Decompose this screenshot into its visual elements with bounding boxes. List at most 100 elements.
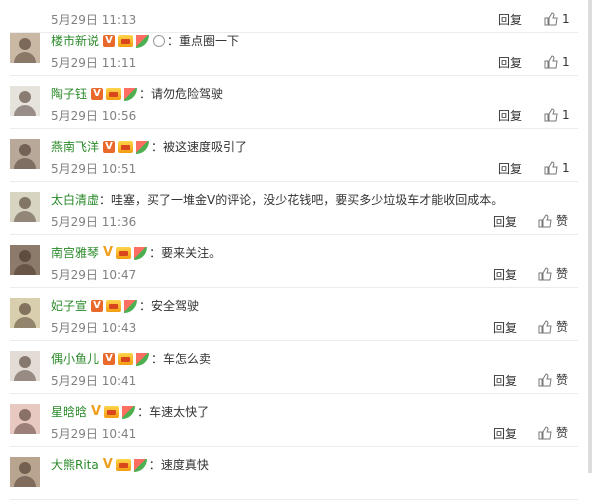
watermelon-icon[interactable] bbox=[136, 352, 150, 366]
avatar-head bbox=[19, 250, 31, 262]
avatar-body bbox=[14, 423, 36, 434]
like-count: 1 bbox=[562, 55, 570, 69]
verified-v-icon[interactable]: V bbox=[103, 141, 116, 153]
avatar-head bbox=[19, 356, 31, 368]
thumbs-up-icon bbox=[538, 214, 552, 228]
username-link[interactable]: 大熊Rita bbox=[51, 458, 99, 472]
verified-v-icon[interactable]: V bbox=[91, 300, 104, 312]
vip-crown-icon[interactable] bbox=[118, 141, 134, 153]
verified-v-icon[interactable]: V bbox=[91, 405, 101, 418]
vip-crown-icon[interactable] bbox=[104, 406, 120, 418]
like-button[interactable]: 赞 bbox=[538, 426, 568, 440]
like-button[interactable]: 1 bbox=[544, 55, 570, 69]
avatar[interactable] bbox=[10, 457, 40, 487]
avatar-head bbox=[19, 144, 31, 156]
comment-line: 偶小鱼儿 V ：车怎么卖 bbox=[51, 352, 211, 366]
reply-link[interactable]: 回复 bbox=[493, 268, 517, 282]
avatar-head bbox=[19, 462, 31, 474]
avatar[interactable] bbox=[10, 139, 40, 169]
comment-time: 5月29日 10:47 bbox=[51, 268, 137, 282]
thumbs-up-icon bbox=[538, 426, 552, 440]
reply-link[interactable]: 回复 bbox=[498, 162, 522, 176]
reply-link[interactable]: 回复 bbox=[493, 374, 517, 388]
username-link[interactable]: 偶小鱼儿 bbox=[51, 352, 99, 366]
verified-v-icon[interactable]: V bbox=[103, 246, 113, 259]
vip-crown-icon[interactable] bbox=[106, 88, 122, 100]
vip-crown-icon[interactable] bbox=[115, 459, 131, 471]
comment-row: 大熊Rita V ：速度真快 bbox=[0, 447, 588, 500]
reply-link[interactable]: 回复 bbox=[493, 427, 517, 441]
avatar[interactable] bbox=[10, 404, 40, 434]
vip-crown-icon[interactable] bbox=[118, 353, 134, 365]
comment-line: 大熊Rita V ：速度真快 bbox=[51, 458, 209, 472]
reply-link[interactable]: 回复 bbox=[498, 56, 522, 70]
comment-time: 5月29日 10:56 bbox=[51, 109, 137, 123]
comment-separator: ： bbox=[139, 299, 152, 313]
comment-line: 南宫雅琴 V ：要来关注。 bbox=[51, 246, 221, 260]
comment-text: 被这速度吸引了 bbox=[163, 140, 248, 154]
username-link[interactable]: 妃子宣 bbox=[51, 299, 87, 313]
username-link[interactable]: 燕南飞洋 bbox=[51, 140, 99, 154]
watermelon-icon[interactable] bbox=[136, 140, 150, 154]
scrollbar[interactable] bbox=[588, 0, 592, 473]
verified-v-icon[interactable]: V bbox=[103, 458, 113, 471]
like-button[interactable]: 赞 bbox=[538, 214, 568, 228]
comment-text: 车速太快了 bbox=[149, 405, 210, 419]
like-button[interactable]: 赞 bbox=[538, 373, 568, 387]
avatar[interactable] bbox=[10, 351, 40, 381]
username-link[interactable]: 星晗晗 bbox=[51, 405, 87, 419]
reply-link[interactable]: 回复 bbox=[493, 215, 517, 229]
avatar[interactable] bbox=[10, 245, 40, 275]
avatar[interactable] bbox=[10, 298, 40, 328]
avatar-body bbox=[14, 476, 36, 487]
avatar-body bbox=[14, 370, 36, 381]
thumbs-up-icon bbox=[544, 108, 558, 122]
watermelon-icon[interactable] bbox=[133, 458, 147, 472]
avatar[interactable] bbox=[10, 33, 40, 63]
avatar[interactable] bbox=[10, 86, 40, 116]
vip-crown-icon[interactable] bbox=[118, 35, 134, 47]
avatar-body bbox=[14, 52, 36, 63]
comment-line: 太白清虚：哇塞，买了一堆金V的评论，没少花钱吧，要买多少垃圾车才能收回成本。 bbox=[51, 193, 503, 207]
like-button[interactable]: 1 bbox=[544, 161, 570, 175]
thumbs-up-icon bbox=[538, 320, 552, 334]
watermelon-icon[interactable] bbox=[124, 299, 138, 313]
avatar-head bbox=[19, 197, 31, 209]
medal-icon[interactable] bbox=[153, 35, 166, 47]
username-link[interactable]: 楼市新说 bbox=[51, 34, 99, 48]
avatar-body bbox=[14, 317, 36, 328]
verified-v-icon[interactable]: V bbox=[91, 88, 104, 100]
reply-link[interactable]: 回复 bbox=[493, 321, 517, 335]
username-link[interactable]: 太白清虚 bbox=[51, 193, 99, 207]
thumbs-up-icon bbox=[544, 161, 558, 175]
like-count: 赞 bbox=[556, 320, 569, 334]
like-count: 赞 bbox=[556, 373, 569, 387]
comment-line: 陶子钰 V ：请勿危险驾驶 bbox=[51, 87, 223, 101]
avatar-body bbox=[14, 264, 36, 275]
avatar-head bbox=[19, 38, 31, 50]
verified-v-icon[interactable]: V bbox=[103, 353, 116, 365]
watermelon-icon[interactable] bbox=[122, 405, 136, 419]
comment-time: 5月29日 11:11 bbox=[51, 56, 137, 70]
watermelon-icon[interactable] bbox=[134, 246, 148, 260]
comment-time: 5月29日 11:36 bbox=[51, 215, 137, 229]
vip-crown-icon[interactable] bbox=[116, 247, 132, 259]
vip-crown-icon[interactable] bbox=[106, 300, 122, 312]
reply-link[interactable]: 回复 bbox=[498, 109, 522, 123]
username-link[interactable]: 陶子钰 bbox=[51, 87, 87, 101]
like-button[interactable]: 赞 bbox=[538, 267, 568, 281]
thumbs-up-icon bbox=[538, 267, 552, 281]
comment-row: 楼市新说 V ：重点圈一下 5月29日 11:11 回复 1 bbox=[0, 23, 588, 76]
like-button[interactable]: 赞 bbox=[538, 320, 568, 334]
watermelon-icon[interactable] bbox=[124, 87, 138, 101]
badge-group: V bbox=[91, 405, 137, 419]
comment-separator: ： bbox=[167, 34, 180, 48]
avatar[interactable] bbox=[10, 192, 40, 222]
username-link[interactable]: 南宫雅琴 bbox=[51, 246, 99, 260]
comment-separator: ： bbox=[137, 405, 150, 419]
watermelon-icon[interactable] bbox=[136, 34, 150, 48]
comment-text: 哇塞，买了一堆金V的评论，没少花钱吧，要买多少垃圾车才能收回成本。 bbox=[111, 193, 504, 207]
like-button[interactable]: 1 bbox=[544, 108, 570, 122]
badge-group: V bbox=[103, 352, 151, 366]
verified-v-icon[interactable]: V bbox=[103, 35, 116, 47]
